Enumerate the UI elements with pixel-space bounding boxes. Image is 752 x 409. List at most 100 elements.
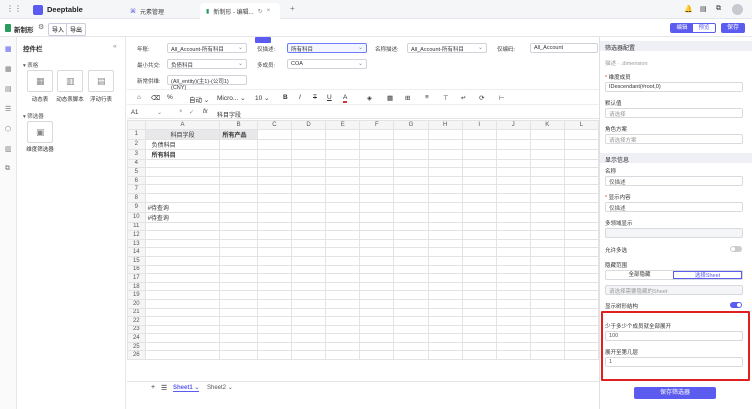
cell[interactable] (563, 230, 599, 240)
import-button[interactable]: 导入 (48, 23, 69, 36)
cell[interactable] (427, 192, 463, 203)
cell[interactable] (529, 175, 565, 186)
cell[interactable] (393, 201, 429, 213)
cell[interactable] (461, 138, 497, 150)
row-header[interactable]: 14 (127, 247, 146, 257)
cell[interactable] (427, 273, 463, 283)
cell[interactable] (359, 264, 395, 275)
new-tab-icon[interactable]: + (290, 4, 295, 13)
dynamic-table-script-control[interactable]: ▥ (57, 70, 83, 92)
font-select[interactable]: Micro... ⌄ (217, 94, 246, 102)
cell[interactable] (256, 175, 292, 186)
cell[interactable] (325, 298, 361, 309)
cell[interactable] (290, 247, 327, 257)
cell[interactable] (427, 290, 463, 300)
cell[interactable] (427, 184, 463, 194)
cell[interactable] (219, 350, 258, 361)
cell[interactable] (529, 290, 565, 300)
cell[interactable] (495, 230, 531, 240)
cell[interactable] (256, 230, 292, 240)
cell[interactable] (219, 221, 258, 232)
cell[interactable] (563, 158, 599, 169)
cell[interactable] (256, 247, 292, 257)
sheet-icon[interactable]: ▤ (5, 85, 12, 93)
cell[interactable] (290, 192, 327, 203)
cell[interactable] (563, 211, 599, 223)
cell[interactable] (393, 255, 429, 266)
row-header[interactable]: 26 (127, 350, 146, 361)
sheet-list-icon[interactable]: ☰ (161, 384, 167, 392)
cell[interactable] (325, 281, 361, 292)
cell[interactable] (427, 350, 463, 361)
cell[interactable] (290, 201, 327, 213)
row-header[interactable]: 21 (127, 307, 146, 318)
cell[interactable] (495, 148, 531, 160)
cell[interactable] (144, 324, 221, 335)
tab-editor[interactable]: ▮ 新制形 - 编辑... ↻ × (200, 3, 280, 19)
cell[interactable] (393, 333, 429, 343)
cell[interactable] (461, 230, 497, 240)
cell[interactable]: 负债科目 (144, 138, 221, 150)
row-header[interactable]: 12 (127, 230, 146, 240)
default-select[interactable]: 请选择 (605, 108, 743, 118)
row-header[interactable]: 2 (127, 138, 146, 150)
cell[interactable] (256, 341, 292, 352)
cell[interactable] (529, 255, 565, 266)
mode-edit[interactable]: 编辑 (671, 24, 693, 32)
confirm-icon[interactable]: ✓ (189, 109, 194, 116)
cell[interactable] (563, 192, 599, 203)
cell[interactable] (461, 128, 497, 140)
cell[interactable] (144, 230, 221, 240)
cell[interactable]: 所有产品 (219, 128, 258, 140)
cell[interactable] (563, 290, 599, 300)
cell[interactable] (290, 341, 327, 352)
cell[interactable] (529, 350, 565, 361)
cell[interactable] (256, 350, 292, 361)
list-icon[interactable]: ☰ (5, 105, 11, 113)
clear-format-icon[interactable]: ⌫ (151, 94, 160, 102)
cell[interactable] (393, 316, 429, 326)
cell[interactable] (563, 255, 599, 266)
show-content-select[interactable]: 仅描述 (605, 202, 743, 212)
cell[interactable] (495, 211, 531, 223)
cell[interactable] (256, 184, 292, 194)
cell[interactable] (256, 238, 292, 249)
cell[interactable] (563, 333, 599, 343)
cell[interactable] (529, 238, 565, 249)
cell[interactable] (144, 350, 221, 361)
cell[interactable] (219, 138, 258, 150)
cell[interactable] (461, 324, 497, 335)
cell[interactable] (529, 264, 565, 275)
cell[interactable] (325, 290, 361, 300)
refresh-icon[interactable]: ↻ (258, 8, 263, 15)
cell[interactable] (393, 247, 429, 257)
cell[interactable] (529, 184, 565, 194)
cell[interactable] (461, 221, 497, 232)
cell[interactable] (325, 192, 361, 203)
role-select[interactable]: 请选择方案 (605, 134, 743, 144)
cell[interactable] (359, 148, 395, 160)
cell[interactable] (495, 221, 531, 232)
cell[interactable] (219, 211, 258, 223)
cell[interactable] (461, 211, 497, 223)
save-button[interactable]: 保存 (721, 23, 745, 33)
cell[interactable] (495, 201, 531, 213)
cell[interactable] (325, 238, 361, 249)
cell[interactable] (529, 192, 565, 203)
filter-select-account[interactable]: All_Account-所有科目 ⌄ (167, 43, 247, 53)
cell[interactable] (144, 192, 221, 203)
selection-handle[interactable] (255, 37, 271, 43)
cell[interactable] (427, 148, 463, 160)
cell[interactable] (461, 307, 497, 318)
row-header[interactable]: 5 (127, 167, 146, 177)
cell[interactable] (461, 148, 497, 160)
cell[interactable] (325, 324, 361, 335)
cell[interactable] (325, 211, 361, 223)
sheet-table[interactable]: A B C D E F G H I J K L 1 科目字段 所有产品 2 负债科目 3 所有科目 4 5 6 7 8 9 #待查… (127, 120, 599, 361)
cell[interactable] (219, 255, 258, 266)
show-tree-toggle[interactable] (730, 302, 742, 308)
multilang-input[interactable] (605, 228, 743, 238)
cell[interactable] (359, 333, 395, 343)
cell[interactable] (325, 158, 361, 169)
cell[interactable] (393, 324, 429, 335)
